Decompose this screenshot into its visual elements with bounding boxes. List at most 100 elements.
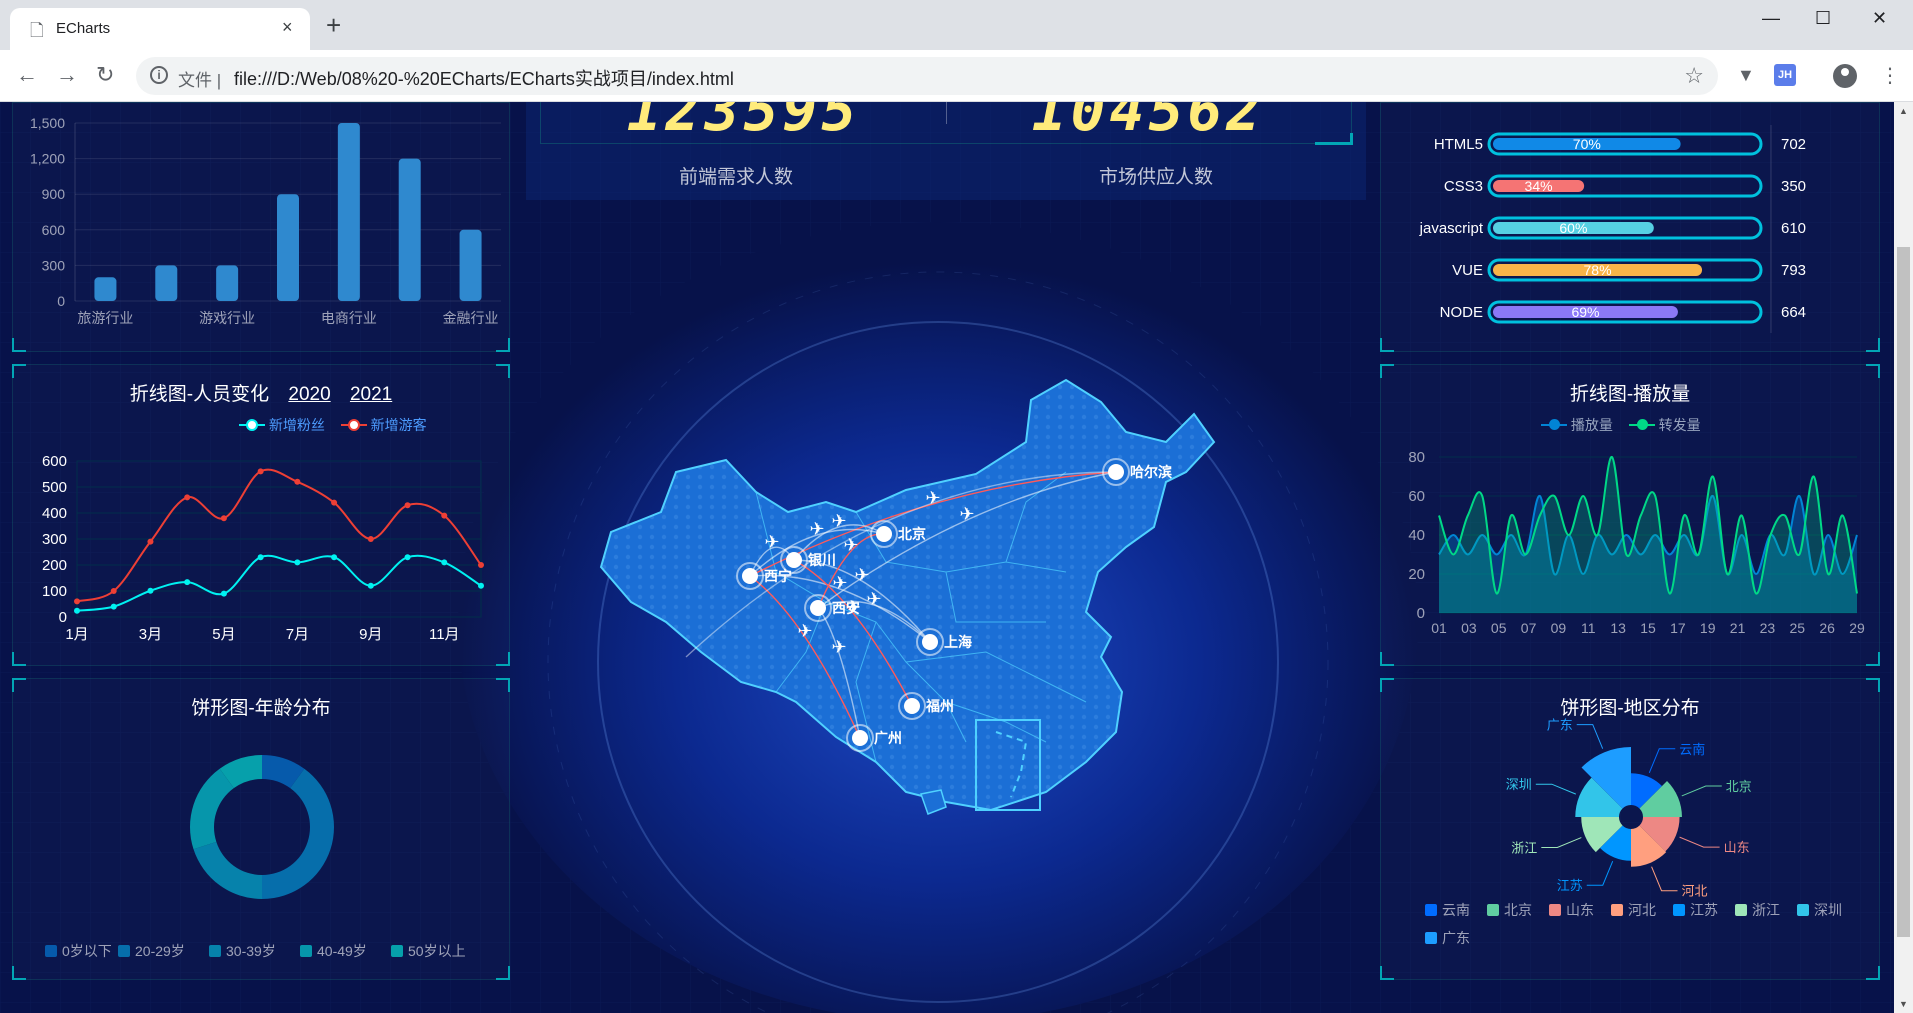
page-scrollbar[interactable]: ▲ ▼ xyxy=(1894,102,1913,1013)
age-legend-label: 0岁以下 xyxy=(62,943,112,959)
play-line-panel: 折线图-播放量 播放量 转发量 0 20 40 60 80 01 03 05 07 09 11 13 1… xyxy=(1380,364,1880,666)
industry-y-tick: 0 xyxy=(57,293,65,309)
people-line-panel: 折线图-人员变化 2020 2021 新增粉丝 新增游客 0 100 200 300 4… xyxy=(12,364,510,666)
address-url[interactable]: file:///D:/Web/08%20-%20ECharts/ECharts实… xyxy=(234,65,734,91)
play-x-tick: 03 xyxy=(1461,620,1477,636)
region-label-line xyxy=(1681,785,1722,797)
city-dot xyxy=(922,634,938,650)
browser-tab[interactable]: 🗋 ECharts × xyxy=(10,8,310,50)
address-bar[interactable]: i 文件 | file:///D:/Web/08%20-%20ECharts/E… xyxy=(136,57,1718,95)
scroll-up-icon[interactable]: ▲ xyxy=(1899,106,1908,116)
extension-jh-icon[interactable]: JH xyxy=(1774,64,1796,86)
age-slice xyxy=(262,768,334,899)
people-point xyxy=(331,554,338,561)
region-legend-swatch xyxy=(1611,904,1623,916)
region-legend-label: 深圳 xyxy=(1814,902,1842,918)
industry-bar xyxy=(277,194,299,301)
people-point xyxy=(404,502,411,509)
city-label: 广州 xyxy=(874,730,902,746)
bookmark-star-icon[interactable]: ☆ xyxy=(1684,63,1704,89)
extension-v-icon[interactable]: ▼ xyxy=(1737,65,1755,86)
people-y-tick: 400 xyxy=(42,505,67,522)
city-label: 银川 xyxy=(808,552,836,568)
people-point xyxy=(441,559,448,566)
skill-name: HTML5 xyxy=(1434,136,1483,153)
people-point xyxy=(294,478,301,485)
skills-panel: HTML5 70% 702 CSS3 34% 350 javascript 60% 610 VUE… xyxy=(1380,102,1880,352)
forward-arrow-icon[interactable]: → xyxy=(56,62,78,88)
region-legend-swatch xyxy=(1797,904,1809,916)
close-window-button[interactable]: ✕ xyxy=(1872,8,1887,29)
age-legend-swatch xyxy=(391,945,403,957)
skill-percent: 78% xyxy=(1584,262,1612,278)
industry-y-tick: 300 xyxy=(42,257,66,273)
plane-icon: ✈ xyxy=(797,621,812,641)
region-label-line xyxy=(1586,860,1614,886)
age-slice xyxy=(189,768,234,850)
industry-x-label: 游戏行业 xyxy=(199,310,255,326)
people-line-chart: 0 100 200 300 400 500 600 1月 3月 5月 7月 9月 11月 xyxy=(42,453,484,643)
skill-total: 610 xyxy=(1781,220,1806,237)
people-x-tick: 11月 xyxy=(429,626,460,643)
plane-icon: ✈ xyxy=(809,519,824,539)
industry-y-tick: 900 xyxy=(42,186,66,202)
region-legend-label: 河北 xyxy=(1628,902,1656,918)
play-x-tick: 05 xyxy=(1491,620,1507,636)
back-arrow-icon[interactable]: ← xyxy=(16,62,38,88)
play-x-tick: 17 xyxy=(1670,620,1686,636)
age-legend-label: 30-39岁 xyxy=(226,943,276,959)
region-rose-chart: 云南北京山东河北江苏浙江深圳广东云南 北京 山东 河北 江苏 浙江 深圳广东 xyxy=(1425,718,1842,946)
play-x-tick: 09 xyxy=(1551,620,1567,636)
industry-y-tick: 1,500 xyxy=(30,115,65,131)
region-label-line xyxy=(1651,866,1678,892)
people-point xyxy=(184,579,191,586)
region-slice-label: 北京 xyxy=(1726,779,1752,794)
city-dot xyxy=(876,526,892,542)
skill-name: VUE xyxy=(1452,262,1483,279)
info-icon[interactable]: i xyxy=(150,66,168,84)
people-point xyxy=(257,554,264,561)
scroll-down-icon[interactable]: ▼ xyxy=(1899,999,1908,1009)
china-map-texture xyxy=(601,380,1214,810)
people-series-line xyxy=(76,468,482,603)
play-x-tick: 23 xyxy=(1760,620,1776,636)
people-point xyxy=(147,587,154,594)
region-pie-panel: 饼形图-地区分布 云南 北京 山东 河北 江苏 浙江 深圳 广东 云南 北京 山东 河北 江苏 浙江 深圳广… xyxy=(1380,678,1880,980)
people-point xyxy=(478,582,484,589)
industry-bar xyxy=(337,123,360,301)
minimize-button[interactable]: — xyxy=(1762,8,1780,29)
play-x-tick: 21 xyxy=(1730,620,1746,636)
city-dot xyxy=(852,730,868,746)
industry-x-label: 电商行业 xyxy=(321,310,377,326)
scrollbar-thumb[interactable] xyxy=(1897,247,1910,937)
age-legend-swatch xyxy=(45,945,57,957)
supply-label: 市场供应人数 xyxy=(1098,167,1213,188)
close-tab-icon[interactable]: × xyxy=(282,17,293,38)
more-menu-icon[interactable]: ⋮ xyxy=(1880,63,1900,88)
city-dot xyxy=(742,568,758,584)
age-legend-swatch xyxy=(118,945,130,957)
people-point xyxy=(220,590,227,597)
city-label: 北京 xyxy=(898,526,926,542)
people-y-tick: 0 xyxy=(59,609,67,626)
reload-icon[interactable]: ↻ xyxy=(96,62,114,88)
skill-name: javascript xyxy=(1419,220,1484,237)
region-slice-label: 浙江 xyxy=(1511,841,1537,856)
maximize-button[interactable]: ☐ xyxy=(1815,8,1831,29)
city-label: 西宁 xyxy=(764,568,792,584)
age-legend-label: 50岁以上 xyxy=(408,943,466,959)
people-y-tick: 100 xyxy=(42,583,67,600)
number-board: 123595 104562 前端需求人数 市场供应人数 xyxy=(526,102,1366,200)
people-point xyxy=(110,588,117,594)
plane-icon: ✈ xyxy=(866,589,881,609)
profile-avatar-icon[interactable] xyxy=(1833,64,1857,88)
people-y-tick: 500 xyxy=(42,479,67,496)
skills-progress-chart: HTML5 70% 702 CSS3 34% 350 javascript 60% 610 VUE… xyxy=(1419,125,1806,333)
region-slice-label: 云南 xyxy=(1679,742,1705,757)
city-dot xyxy=(786,552,802,568)
number-box: 123595 104562 xyxy=(540,102,1353,145)
plane-icon: ✈ xyxy=(764,532,779,552)
age-legend-label: 40-49岁 xyxy=(317,943,367,959)
new-tab-button[interactable]: + xyxy=(326,12,341,38)
play-y-tick: 80 xyxy=(1408,449,1425,466)
